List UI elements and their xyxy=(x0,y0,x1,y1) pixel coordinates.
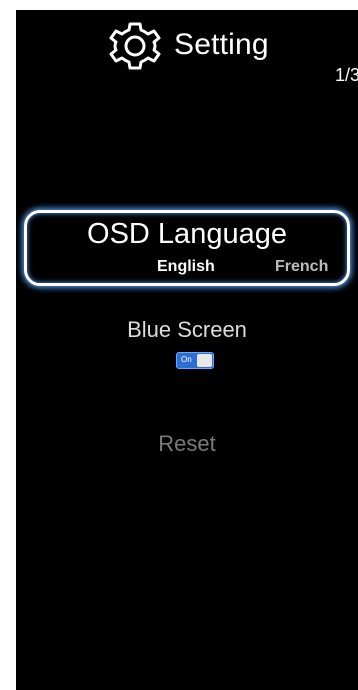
page-indicator: 1/3 xyxy=(334,65,358,85)
osd-language-item[interactable]: OSD Language English French xyxy=(24,210,350,286)
settings-screen: Setting 1/3 OSD Language English French … xyxy=(16,10,358,690)
reset-button[interactable]: Reset xyxy=(24,430,350,460)
gear-icon xyxy=(109,22,161,70)
osd-language-label: OSD Language xyxy=(87,218,287,250)
language-option-english[interactable]: English xyxy=(157,257,215,277)
language-option-french[interactable]: French xyxy=(275,257,328,277)
page-title: Setting xyxy=(174,28,269,61)
blue-screen-item[interactable]: Blue Screen On xyxy=(24,316,350,380)
header: Setting 1/3 xyxy=(16,10,358,85)
blue-screen-label: Blue Screen xyxy=(127,317,247,342)
blue-screen-toggle[interactable]: On xyxy=(176,352,214,369)
toggle-state-text: On xyxy=(181,355,192,364)
toggle-knob xyxy=(197,354,212,367)
osd-language-options: English French xyxy=(27,257,347,279)
